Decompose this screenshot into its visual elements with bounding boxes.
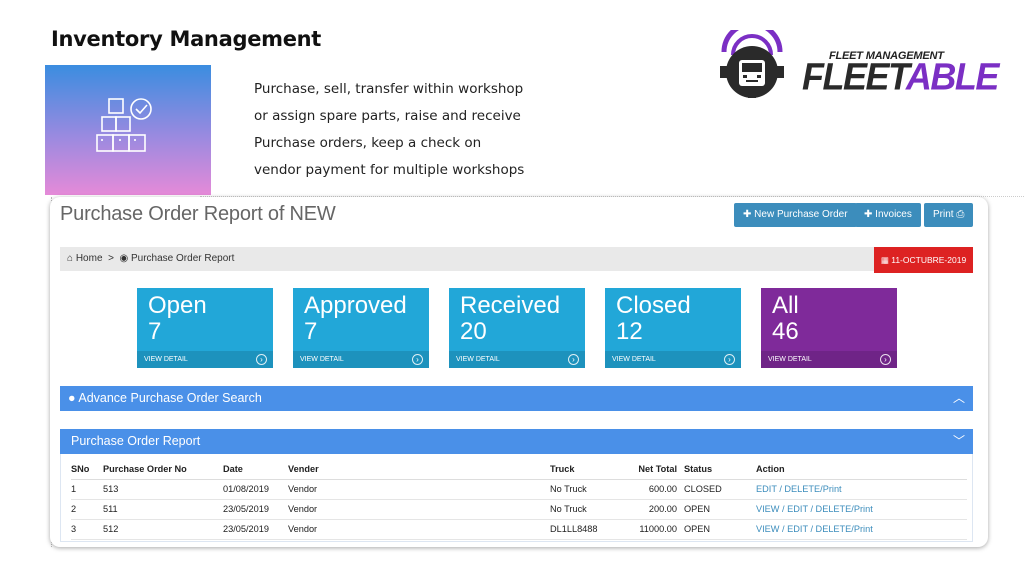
table-cell: 23/05/2019 — [223, 499, 288, 520]
table-row: 1 513 01/08/2019 Vendor No Truck 600.00 CLOSED… — [71, 479, 967, 500]
column-header: Purchase Order No — [103, 460, 223, 480]
arrow-circle-right-icon: › — [724, 354, 735, 365]
arrow-circle-right-icon: › — [880, 354, 891, 365]
report-panel-title: Purchase Order Report — [71, 434, 201, 448]
table-cell: CLOSED — [684, 479, 756, 500]
column-header: Vender — [288, 460, 550, 480]
date-badge: ▦ 11-OCTUBRE-2019 — [874, 247, 973, 273]
table-cell: 23/05/2019 — [223, 519, 288, 540]
description-line: or assign spare parts, raise and receive — [254, 108, 521, 124]
stat-card-approved[interactable]: Approved 7 VIEW DETAIL › — [293, 288, 429, 368]
stat-count: 7 — [304, 318, 318, 345]
column-header: Truck — [550, 460, 632, 480]
description-line: vendor payment for multiple workshops — [254, 162, 525, 178]
table-cell: Vendor — [288, 479, 550, 500]
view-detail-link[interactable]: VIEW DETAIL › — [761, 351, 897, 368]
feature-description: Purchase, sell, transfer within workshop… — [254, 78, 554, 186]
column-header: Date — [223, 460, 288, 480]
stat-count: 7 — [148, 318, 162, 345]
table-cell: 513 — [103, 479, 223, 500]
view-detail-link[interactable]: VIEW DETAIL › — [137, 351, 273, 368]
print-icon: ⎙ — [956, 209, 965, 220]
stat-label: Closed — [616, 292, 691, 319]
advance-search-title: Advance Purchase Order Search — [78, 391, 262, 405]
column-header: Status — [684, 460, 756, 480]
table-header-row: SNo Purchase Order No Date Vender Truck Net T… — [71, 460, 967, 480]
calendar-icon: ▦ — [880, 255, 892, 265]
column-header: SNo — [71, 460, 103, 480]
purchase-order-table: SNo Purchase Order No Date Vender Truck Net T… — [71, 460, 967, 540]
table-cell: OPEN — [684, 519, 756, 540]
table-cell: No Truck — [550, 479, 632, 500]
breadcrumb-separator: > — [108, 253, 114, 264]
home-icon: ⌂ — [67, 253, 74, 264]
table-cell: 3 — [71, 519, 103, 540]
table-cell: 1 — [71, 479, 103, 500]
breadcrumb-current: Purchase Order Report — [131, 253, 235, 264]
breadcrumb: ⌂ Home > ◉ Purchase Order Report — [60, 247, 973, 271]
table-cell: 11000.00 — [632, 519, 684, 540]
fleetable-logo: FLEET MANAGEMENT FLEETABLE — [702, 28, 999, 100]
advance-search-panel-header[interactable]: ● Advance Purchase Order Search ︿ — [60, 386, 973, 411]
stat-card-closed[interactable]: Closed 12 VIEW DETAIL › — [605, 288, 741, 368]
stat-count: 46 — [772, 318, 799, 345]
stat-card-all[interactable]: All 46 VIEW DETAIL › — [761, 288, 897, 368]
column-header: Net Total — [632, 460, 684, 480]
stat-label: Approved — [304, 292, 407, 319]
slide-title: Inventory Management — [51, 27, 322, 51]
arrow-circle-right-icon: › — [568, 354, 579, 365]
row-action-links[interactable]: VIEW / EDIT / DELETE/Print — [756, 519, 967, 540]
table-cell: 600.00 — [632, 479, 684, 500]
table-cell: 01/08/2019 — [223, 479, 288, 500]
purchase-order-table-container: SNo Purchase Order No Date Vender Truck Net T… — [60, 454, 973, 542]
view-detail-link[interactable]: VIEW DETAIL › — [293, 351, 429, 368]
column-header: Action — [756, 460, 967, 480]
logo-wordmark: FLEETABLE — [802, 54, 999, 98]
table-cell: 511 — [103, 499, 223, 520]
purchase-order-report-panel-header[interactable]: Purchase Order Report ﹀ — [60, 429, 973, 454]
stat-label: Open — [148, 292, 207, 319]
table-body: 1 513 01/08/2019 Vendor No Truck 600.00 CLOSED… — [71, 479, 967, 540]
info-circle-icon: ● — [68, 391, 76, 405]
row-action-links[interactable]: EDIT / DELETE/Print — [756, 479, 967, 500]
table-row: 2 511 23/05/2019 Vendor No Truck 200.00 OPEN VI… — [71, 499, 967, 520]
chevron-down-icon[interactable]: ﹀ — [953, 429, 965, 454]
plus-icon: ✚ — [864, 209, 876, 220]
dashboard-icon: ◉ — [119, 253, 129, 264]
view-detail-link[interactable]: VIEW DETAIL › — [449, 351, 585, 368]
arrow-circle-right-icon: › — [412, 354, 423, 365]
purchase-order-screenshot: Purchase Order Report of NEW ✚ New Purch… — [50, 197, 988, 547]
arrow-circle-right-icon: › — [256, 354, 267, 365]
boxes-check-icon — [96, 98, 152, 152]
table-cell: OPEN — [684, 499, 756, 520]
table-cell: 512 — [103, 519, 223, 540]
new-purchase-order-button[interactable]: ✚ New Purchase Order — [734, 203, 857, 227]
breadcrumb-home[interactable]: Home — [76, 247, 103, 271]
table-cell: Vendor — [288, 519, 550, 540]
stat-card-received[interactable]: Received 20 VIEW DETAIL › — [449, 288, 585, 368]
table-cell: No Truck — [550, 499, 632, 520]
stat-label: Received — [460, 292, 561, 319]
view-detail-link[interactable]: VIEW DETAIL › — [605, 351, 741, 368]
plus-icon: ✚ — [743, 209, 755, 220]
table-cell: Vendor — [288, 499, 550, 520]
stat-count: 12 — [616, 318, 643, 345]
chevron-up-icon[interactable]: ︿ — [953, 386, 965, 411]
table-cell: 2 — [71, 499, 103, 520]
description-line: Purchase, sell, transfer within workshop — [254, 81, 524, 97]
stat-label: All — [772, 292, 799, 319]
description-line: Purchase orders, keep a check on — [254, 135, 482, 151]
page-title: Purchase Order Report of NEW — [60, 203, 336, 225]
table-cell: DL1LL8488 — [550, 519, 632, 540]
stat-card-open[interactable]: Open 7 VIEW DETAIL › — [137, 288, 273, 368]
table-row: 3 512 23/05/2019 Vendor DL1LL8488 11000.00 OPE… — [71, 519, 967, 540]
inventory-hero-tile — [45, 65, 211, 195]
table-cell: 200.00 — [632, 499, 684, 520]
invoices-button[interactable]: ✚ Invoices — [855, 203, 921, 227]
gear-truck-logo-icon — [720, 30, 784, 98]
print-button[interactable]: Print ⎙ — [924, 203, 974, 227]
stat-count: 20 — [460, 318, 487, 345]
row-action-links[interactable]: VIEW / EDIT / DELETE/Print — [756, 499, 967, 520]
